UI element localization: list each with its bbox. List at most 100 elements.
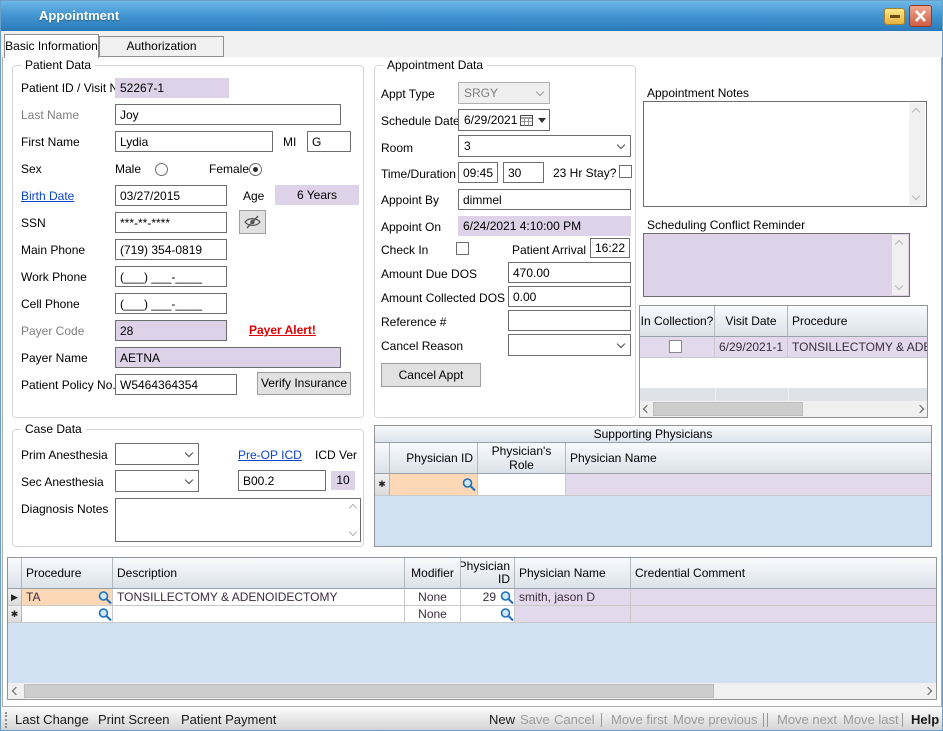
scroll-right-icon[interactable]: [916, 405, 924, 413]
physician-id-col-header[interactable]: Physician ID: [461, 558, 515, 589]
cancel-button[interactable]: Cancel: [554, 712, 594, 727]
scroll-left-icon[interactable]: [12, 687, 20, 695]
credential-comment-col-header[interactable]: Credential Comment: [631, 558, 936, 589]
credential-comment-cell[interactable]: [631, 589, 936, 606]
modifier-col-header[interactable]: Modifier: [405, 558, 461, 589]
pre-op-icd-input[interactable]: [238, 470, 326, 491]
procedure-hscrollbar[interactable]: [8, 683, 936, 699]
toolbar-separator: [767, 713, 768, 727]
payer-name-input[interactable]: [115, 347, 341, 368]
physician-name-cell[interactable]: smith, jason D: [515, 589, 631, 606]
scroll-up-icon[interactable]: [895, 240, 903, 248]
scroll-up-icon[interactable]: [912, 108, 920, 116]
scroll-down-icon[interactable]: [912, 192, 920, 200]
time-input[interactable]: [458, 162, 498, 183]
scrollbar-thumb[interactable]: [24, 684, 714, 698]
collection-hscrollbar[interactable]: [640, 401, 927, 417]
birth-date-input[interactable]: [115, 185, 227, 206]
ssn-visibility-button[interactable]: [239, 210, 266, 234]
ssn-input[interactable]: [115, 212, 227, 233]
procedure-cell[interactable]: TONSILLECTOMY & ADENOIDECTOMY: [788, 337, 927, 358]
appt-type-select[interactable]: SRGY: [458, 82, 550, 104]
male-radio[interactable]: [155, 163, 168, 176]
cell-phone-input[interactable]: [115, 293, 227, 314]
move-first-button[interactable]: Move first: [611, 712, 667, 727]
conflict-scrollbar[interactable]: [892, 235, 908, 295]
toolbar-grip-handle[interactable]: [5, 712, 8, 728]
cancel-reason-select[interactable]: [508, 334, 631, 356]
in-collection-checkbox[interactable]: [669, 340, 682, 353]
modifier-cell[interactable]: None: [405, 589, 461, 606]
search-icon[interactable]: [97, 607, 113, 622]
scroll-left-icon[interactable]: [643, 405, 651, 413]
pre-op-icd-link[interactable]: Pre-OP ICD: [238, 448, 302, 462]
mi-input[interactable]: [307, 131, 351, 152]
birth-date-link[interactable]: Birth Date: [21, 189, 74, 203]
last-name-input[interactable]: [115, 104, 341, 125]
move-previous-button[interactable]: Move previous: [673, 712, 758, 727]
physician-role-cell[interactable]: [478, 474, 566, 496]
physician-name-col-header[interactable]: Physician Name: [566, 443, 931, 474]
physician-name-cell[interactable]: [515, 606, 631, 623]
procedure-col-header[interactable]: Procedure: [788, 306, 927, 337]
prim-anesthesia-select[interactable]: [115, 443, 199, 465]
description-cell[interactable]: [113, 606, 405, 623]
print-screen-button[interactable]: Print Screen: [98, 712, 170, 727]
last-change-button[interactable]: Last Change: [15, 712, 89, 727]
description-col-header[interactable]: Description: [113, 558, 405, 589]
visit-date-col-header[interactable]: Visit Date: [715, 306, 788, 337]
credential-comment-cell[interactable]: [631, 606, 936, 623]
save-button[interactable]: Save: [520, 712, 550, 727]
work-phone-input[interactable]: [115, 266, 227, 287]
stay-checkbox[interactable]: [619, 165, 632, 178]
close-button[interactable]: [909, 5, 932, 27]
search-icon[interactable]: [499, 590, 515, 605]
conflict-reminder-textarea[interactable]: [643, 233, 910, 297]
scrollbar-thumb[interactable]: [653, 402, 803, 416]
tab-basic-information[interactable]: Basic Information: [4, 34, 99, 58]
cancel-appt-button[interactable]: Cancel Appt: [381, 363, 481, 387]
duration-input[interactable]: [503, 162, 544, 183]
new-button[interactable]: New: [489, 712, 515, 727]
minimize-button[interactable]: [884, 8, 905, 25]
verify-insurance-button[interactable]: Verify Insurance: [257, 372, 351, 395]
payer-code-input[interactable]: [115, 320, 227, 341]
tab-authorization-information[interactable]: Authorization Information: [99, 36, 224, 57]
schedule-date-picker[interactable]: 6/29/2021: [458, 109, 550, 131]
collection-col-header[interactable]: In Collection?: [640, 306, 715, 337]
physician-role-col-header[interactable]: Physician's Role: [478, 443, 566, 474]
policy-number-input[interactable]: [115, 374, 237, 395]
reference-input[interactable]: [508, 310, 631, 331]
appointment-notes-textarea[interactable]: [643, 101, 927, 207]
patient-arrival-input[interactable]: [590, 238, 630, 258]
payer-alert-link[interactable]: Payer Alert!: [249, 323, 316, 337]
titlebar[interactable]: Appointment: [1, 1, 943, 31]
diagnosis-notes-textarea[interactable]: [115, 498, 361, 542]
main-phone-input[interactable]: [115, 239, 227, 260]
female-radio[interactable]: [249, 163, 262, 176]
move-next-button[interactable]: Move next: [777, 712, 837, 727]
physician-name-cell[interactable]: [566, 474, 931, 496]
physician-id-col-header[interactable]: Physician ID: [390, 443, 478, 474]
patient-payment-button[interactable]: Patient Payment: [181, 712, 276, 727]
appoint-by-input[interactable]: [458, 189, 631, 210]
notes-scrollbar[interactable]: [909, 103, 925, 205]
help-button[interactable]: Help: [911, 712, 939, 727]
description-cell[interactable]: TONSILLECTOMY & ADENOIDECTOMY: [113, 589, 405, 606]
visit-date-cell[interactable]: 6/29/2021-1: [715, 337, 788, 358]
move-last-button[interactable]: Move last: [843, 712, 899, 727]
sec-anesthesia-select[interactable]: [115, 470, 199, 492]
search-icon[interactable]: [97, 590, 113, 605]
search-icon[interactable]: [461, 477, 477, 492]
scroll-right-icon[interactable]: [924, 687, 932, 695]
search-icon[interactable]: [499, 607, 515, 622]
modifier-cell[interactable]: None: [405, 606, 461, 623]
amount-due-input[interactable]: [508, 262, 631, 283]
check-in-checkbox[interactable]: [456, 242, 469, 255]
room-select[interactable]: 3: [458, 135, 631, 157]
physician-name-col-header[interactable]: Physician Name: [515, 558, 631, 589]
amount-collected-input[interactable]: [508, 286, 631, 307]
first-name-input[interactable]: [115, 131, 273, 152]
scroll-down-icon[interactable]: [895, 282, 903, 290]
procedure-col-header[interactable]: Procedure: [22, 558, 113, 589]
